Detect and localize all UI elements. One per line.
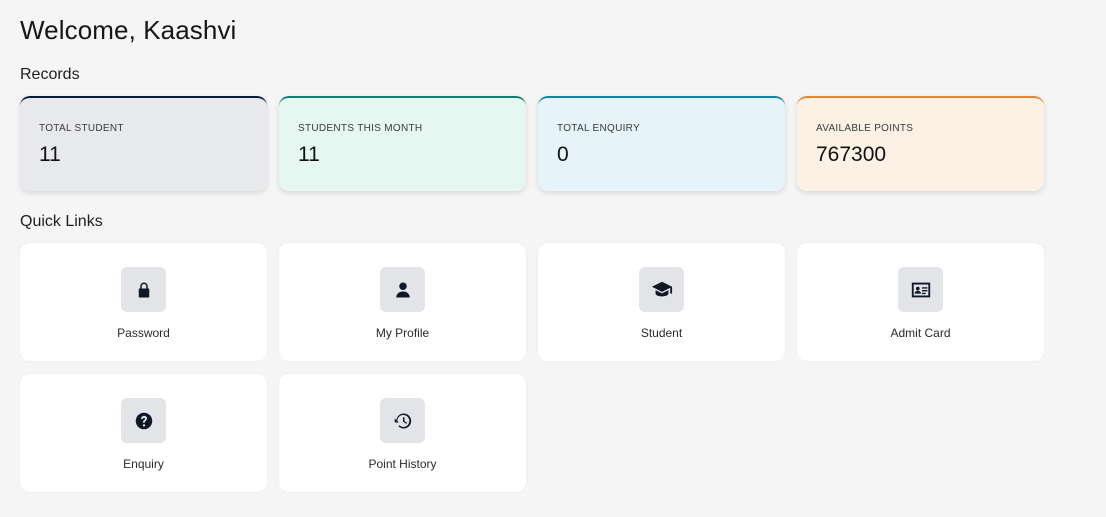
quick-link-label: Password: [117, 326, 170, 340]
history-icon: [380, 398, 425, 443]
quick-link-student[interactable]: Student: [538, 243, 785, 361]
welcome-heading: Welcome, Kaashvi: [20, 15, 237, 45]
quick-link-password[interactable]: Password: [20, 243, 267, 361]
user-icon: [380, 267, 425, 312]
stat-value: 11: [298, 143, 320, 166]
quick-link-enquiry[interactable]: Enquiry: [20, 374, 267, 492]
lock-icon: [121, 267, 166, 312]
stat-card-total-student: TOTAL STUDENT 11: [20, 96, 267, 191]
stat-label: TOTAL ENQUIRY: [557, 123, 640, 134]
quick-link-label: Point History: [368, 457, 437, 471]
quick-links-title: Quick Links: [20, 213, 103, 230]
stat-label: TOTAL STUDENT: [39, 123, 124, 134]
id-card-icon: [898, 267, 943, 312]
stat-value: 767300: [816, 143, 887, 166]
stat-label: AVAILABLE POINTS: [816, 123, 914, 134]
quick-link-label: Admit Card: [890, 326, 951, 340]
quick-link-point-history[interactable]: Point History: [279, 374, 526, 492]
quick-link-admit-card[interactable]: Admit Card: [797, 243, 1044, 361]
graduation-cap-icon: [639, 267, 684, 312]
quick-link-label: Student: [640, 326, 683, 340]
quick-links-grid: Password My Profile Student Admit Card E…: [20, 243, 1044, 492]
records-title: Records: [20, 66, 80, 83]
stat-card-available-points: AVAILABLE POINTS 767300: [797, 96, 1044, 191]
quick-link-label: My Profile: [375, 326, 430, 340]
quick-link-my-profile[interactable]: My Profile: [279, 243, 526, 361]
records-stats: TOTAL STUDENT 11 STUDENTS THIS MONTH 11 …: [20, 96, 1044, 191]
question-circle-icon: [121, 398, 166, 443]
stat-card-students-this-month: STUDENTS THIS MONTH 11: [279, 96, 526, 191]
stat-card-total-enquiry: TOTAL ENQUIRY 0: [538, 96, 785, 191]
stat-value: 11: [39, 143, 61, 166]
quick-link-label: Enquiry: [123, 457, 164, 471]
stat-label: STUDENTS THIS MONTH: [298, 123, 423, 134]
dashboard-page: Welcome, Kaashvi Records TOTAL STUDENT 1…: [0, 0, 1106, 517]
stat-value: 0: [557, 143, 569, 166]
